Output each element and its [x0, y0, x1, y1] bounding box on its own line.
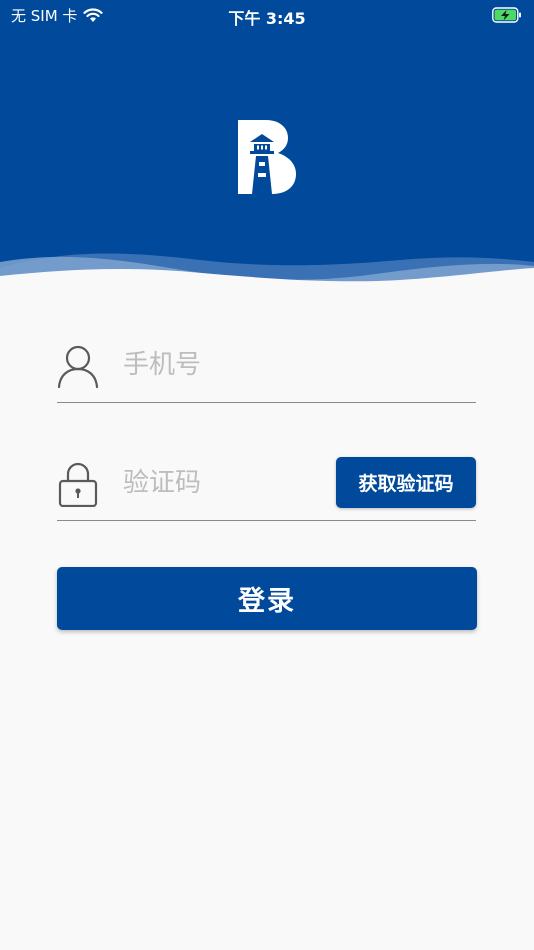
login-screen: 无 SIM 卡 下午 3:45 手机号 验证码 获取验证码 登录 — [0, 0, 534, 950]
status-right — [492, 7, 522, 27]
user-icon — [57, 345, 99, 389]
lock-icon — [58, 462, 98, 507]
login-button[interactable]: 登录 — [57, 567, 477, 630]
status-bar: 无 SIM 卡 下午 3:45 — [0, 0, 534, 30]
phone-input[interactable] — [123, 345, 363, 385]
lighthouse-b-logo — [238, 120, 296, 194]
wave-decoration — [0, 253, 534, 295]
get-code-button[interactable]: 获取验证码 — [336, 457, 476, 508]
phone-field — [57, 333, 476, 403]
battery-charging-icon — [492, 7, 521, 23]
code-input[interactable] — [123, 463, 363, 503]
header-banner: 无 SIM 卡 下午 3:45 — [0, 0, 534, 295]
code-field: 获取验证码 — [57, 451, 476, 521]
status-time: 下午 3:45 — [228, 9, 306, 28]
